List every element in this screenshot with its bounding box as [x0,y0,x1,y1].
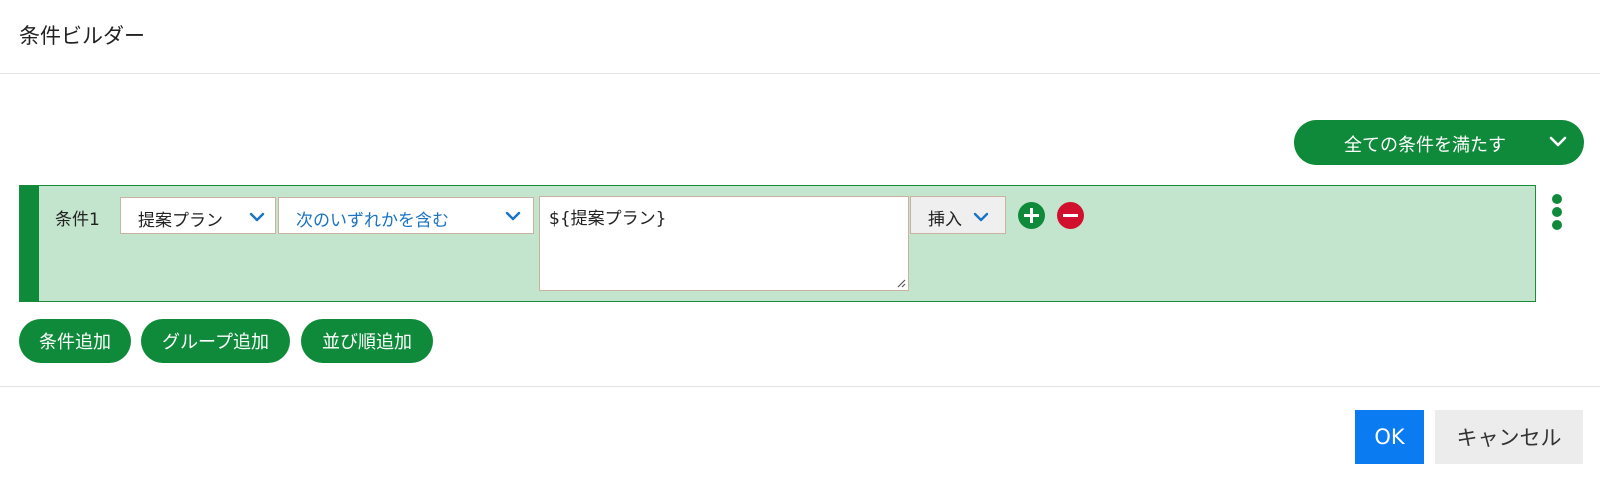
chevron-down-icon [249,212,265,222]
cancel-button[interactable]: キャンセル [1435,410,1583,464]
more-options-icon[interactable] [1549,194,1565,230]
footer-divider [0,386,1600,387]
match-mode-label: 全ての条件を満たす [1344,135,1506,156]
chevron-down-icon [505,211,521,221]
add-group-button[interactable]: グループ追加 [141,319,290,363]
operator-select-value: 次のいずれかを含む [296,211,449,231]
condition-label: 条件1 [55,210,100,230]
chevron-down-icon [1549,136,1567,147]
condition-accent-bar [20,186,39,301]
field-select[interactable]: 提案プラン [120,197,276,234]
match-mode-dropdown[interactable]: 全ての条件を満たす [1294,120,1584,165]
insert-button-label: 挿入 [928,210,962,230]
insert-button[interactable]: 挿入 [910,196,1006,234]
field-select-value: 提案プラン [138,211,223,231]
add-condition-button[interactable]: 条件追加 [19,319,131,363]
value-textarea[interactable]: ${提案プラン} [539,196,909,291]
dialog-title: 条件ビルダー [19,24,145,48]
add-sort-button[interactable]: 並び順追加 [301,319,433,363]
condition-row: 条件1 提案プラン 次のいずれかを含む ${提案プラン} 挿入 [19,185,1536,302]
operator-select[interactable]: 次のいずれかを含む [278,197,534,234]
chevron-down-icon [973,212,989,222]
add-condition-icon[interactable] [1018,202,1045,229]
dialog-header: 条件ビルダー [0,0,1600,74]
resize-grip-icon[interactable] [896,278,906,288]
ok-button[interactable]: OK [1355,410,1424,464]
value-text: ${提案プラン} [549,209,667,229]
remove-condition-icon[interactable] [1057,202,1084,229]
